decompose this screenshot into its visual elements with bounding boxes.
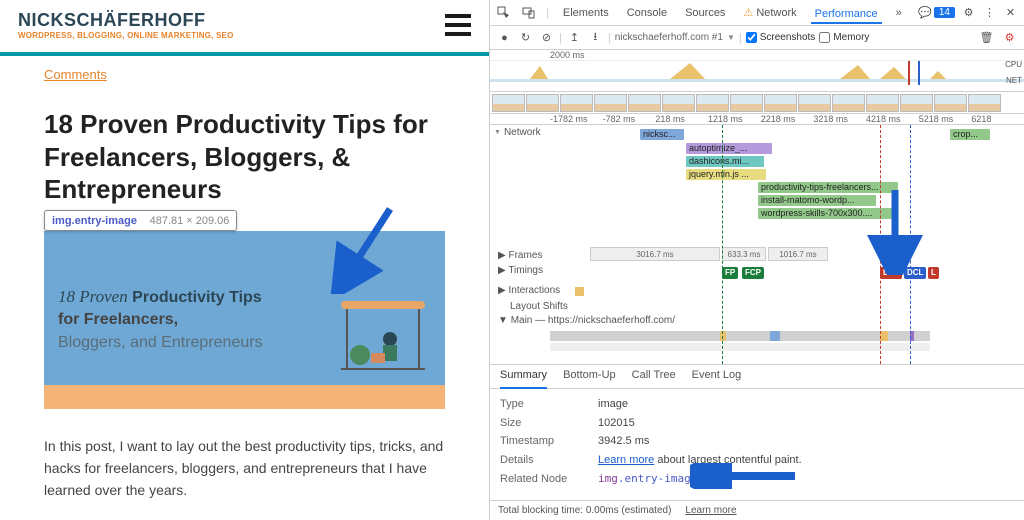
tab-performance[interactable]: Performance [811,5,882,24]
details-tabs: Summary Bottom-Up Call Tree Event Log [490,365,1024,389]
marker-fp[interactable]: FP [722,267,738,279]
marker-dcl[interactable]: DCL [904,267,926,279]
main-flame-bars [490,329,1024,359]
marker-l[interactable]: L [928,267,939,279]
related-node-link[interactable]: img.entry-image [598,470,697,489]
inspect-element-icon[interactable] [496,5,511,20]
network-bar[interactable]: autoptimize_... [686,143,772,154]
tab-elements[interactable]: Elements [559,4,613,22]
network-bar[interactable]: dashicons.mi... [686,156,764,167]
post-paragraph: In this post, I want to lay out the best… [44,435,445,502]
clear-icon[interactable]: ⊘ [538,29,555,46]
hero-line2: for Freelancers, [58,311,178,328]
overview-net-label: NET [1006,76,1022,85]
hero-text: 18 Proven Productivity Tips for Freelanc… [58,285,263,354]
tab-more[interactable]: » [892,4,906,22]
download-icon[interactable]: ⭳ [587,29,604,46]
learn-more-link[interactable]: Learn more [685,505,736,516]
tooltip-selector: img.entry-image [52,215,137,227]
tooltip-dimensions: 487.81 × 209.06 [150,215,230,227]
logo-text: NICKSCHÄFERHOFF [18,10,234,31]
recording-selector[interactable]: nickschaeferhoff.com #1 [615,32,723,43]
track-network[interactable]: ▼Network [494,127,541,138]
website-pane: NICKSCHÄFERHOFF WORDPRESS, BLOGGING, ONL… [0,0,490,520]
track-frames[interactable]: ▶ Frames 3016.7 ms 633.3 ms 1016.7 ms [490,245,1024,265]
summary-key: Details [500,451,590,470]
summary-key: Timestamp [500,432,590,451]
hero-line1a: 18 Proven [58,287,128,306]
filmstrip[interactable] [490,92,1024,114]
summary-value: 102015 [598,414,635,433]
interaction-block [575,287,584,296]
flame-chart[interactable]: ▼Network nicksc... autoptimize_... dashi… [490,125,1024,365]
ruler-tick: 2000 ms [550,50,669,60]
kebab-menu-icon[interactable]: ⋮ [982,5,997,20]
summary-key: Size [500,414,590,433]
annotation-arrow-icon [690,463,800,489]
hero-illustration [335,295,431,385]
post-paragraph: Being a self-employed freelance writer a… [44,516,445,520]
network-bars: nicksc... autoptimize_... dashicons.mi..… [630,127,1020,244]
tab-event-log[interactable]: Event Log [692,369,742,384]
overview-strip[interactable]: 2000 ms CPU NET [490,50,1024,92]
network-bar[interactable]: wordpress-skills-700x300.... [758,208,892,219]
post-body: In this post, I want to lay out the best… [44,435,445,520]
screenshots-checkbox[interactable]: Screenshots [746,32,816,43]
blocking-time-bar: Total blocking time: 0.00ms (estimated) … [490,500,1024,520]
tab-summary[interactable]: Summary [500,369,547,389]
blocking-text: Total blocking time: 0.00ms (estimated) [498,505,671,516]
devtools-main-tabs: | Elements Console Sources Network Perfo… [490,0,1024,26]
site-logo: NICKSCHÄFERHOFF WORDPRESS, BLOGGING, ONL… [18,10,234,40]
summary-key: Type [500,395,590,414]
summary-value: 3942.5 ms [598,432,649,451]
inspect-tooltip: img.entry-image 487.81 × 209.06 [44,210,237,231]
network-bar[interactable]: productivity-tips-freelancers... [758,182,898,193]
timeline-ruler: -1782 ms-782 ms218 ms1218 ms2218 ms3218 … [490,114,1024,125]
summary-panel: Typeimage Size102015 Timestamp3942.5 ms … [490,389,1024,500]
performance-toolbar: ● ↻ ⊘ | ↥ ⭳ | nickschaeferhoff.com #1 ▼ … [490,26,1024,50]
site-header: NICKSCHÄFERHOFF WORDPRESS, BLOGGING, ONL… [0,0,489,44]
network-bar[interactable]: crop... [950,129,990,140]
entry-image[interactable]: 18 Proven Productivity Tips for Freelanc… [44,231,445,409]
network-bar[interactable]: jquery.min.js ... [686,169,766,180]
marker-fcp[interactable]: FCP [742,267,764,279]
device-toggle-icon[interactable] [521,5,536,20]
messages-badge[interactable]: 💬14 [918,6,955,19]
tab-console[interactable]: Console [623,4,671,22]
logo-tagline: WORDPRESS, BLOGGING, ONLINE MARKETING, S… [18,31,234,40]
reload-icon[interactable]: ↻ [517,29,534,46]
track-main[interactable]: ▼ Main — https://nickschaeferhoff.com/ [490,315,1024,327]
track-layout-shifts[interactable]: Layout Shifts [490,301,1024,313]
network-bar[interactable]: nicksc... [640,129,684,140]
hero-line1b: Productivity Tips [132,289,262,306]
memory-checkbox[interactable]: Memory [819,32,869,43]
tab-call-tree[interactable]: Call Tree [632,369,676,384]
close-icon[interactable]: ✕ [1003,5,1018,20]
comments-link[interactable]: Comments [44,67,107,84]
settings-icon[interactable]: ⚙ [961,5,976,20]
tab-bottom-up[interactable]: Bottom-Up [563,369,616,384]
tab-sources[interactable]: Sources [681,4,729,22]
overview-cpu-label: CPU [1005,60,1022,69]
frame-block[interactable]: 633.3 ms [722,247,766,261]
frame-block[interactable]: 1016.7 ms [768,247,828,261]
summary-value: image [598,395,628,414]
hero-line3: Bloggers, and Entrepreneurs [58,334,263,351]
network-bar[interactable]: install-matomo-wordp... [758,195,876,206]
marker-lcp[interactable]: LCP [880,267,902,279]
frame-block[interactable]: 3016.7 ms [590,247,720,261]
devtools-pane: | Elements Console Sources Network Perfo… [490,0,1024,520]
capture-settings-icon[interactable]: ⚙ [1001,29,1018,46]
track-interactions[interactable]: ▶ Interactions [490,285,1024,299]
record-icon[interactable]: ● [496,29,513,46]
tab-network[interactable]: Network [739,3,800,22]
upload-icon[interactable]: ↥ [566,29,583,46]
hamburger-menu-icon[interactable] [445,14,471,36]
trash-icon[interactable]: 🗑 [978,29,995,46]
track-timings[interactable]: ▶ Timings FP FCP LCP DCL L [490,265,1024,283]
summary-key: Related Node [500,470,590,489]
post-content: Comments 18 Proven Productivity Tips for… [0,56,489,520]
post-title: 18 Proven Productivity Tips for Freelanc… [44,108,445,206]
learn-more-link[interactable]: Learn more [598,454,654,466]
